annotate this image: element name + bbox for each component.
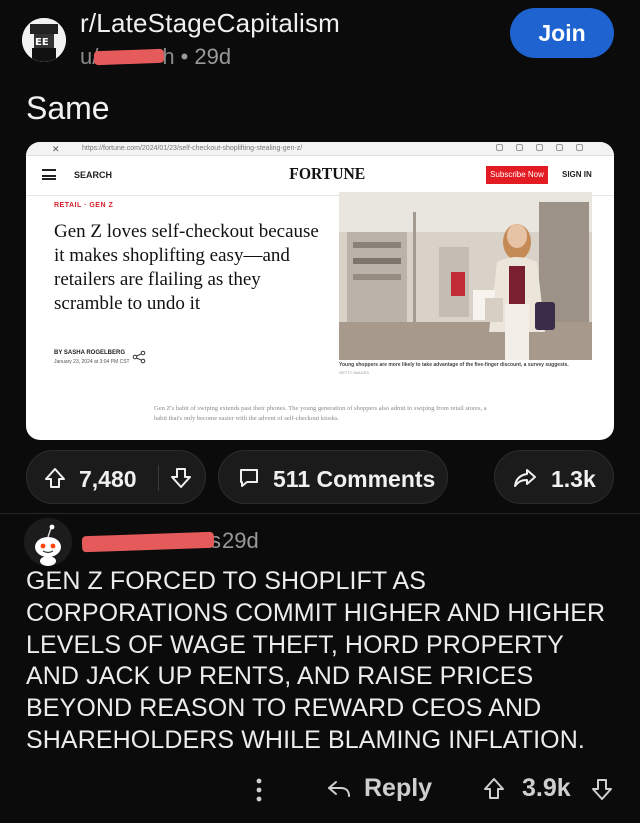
- post-header: EE r/LateStageCapitalism u/h • 29d Join: [0, 0, 640, 80]
- shopper-photo: [339, 192, 592, 360]
- article-kicker: RETAIL · GEN Z: [54, 202, 114, 209]
- photo-credit: GETTY IMAGES: [339, 370, 369, 375]
- fortune-nav: SEARCH FORTUNE Subscribe Now SIGN IN: [26, 156, 614, 196]
- reply-icon[interactable]: [326, 777, 352, 801]
- article-headline: Gen Z loves self-checkout because it mak…: [54, 221, 319, 314]
- post-author[interactable]: u/h: [80, 44, 175, 70]
- reply-button[interactable]: Reply: [364, 774, 432, 803]
- share-arrow-icon: [514, 469, 536, 487]
- svg-text:EE: EE: [35, 37, 49, 48]
- browser-url: https://fortune.com/2024/01/23/self-chec…: [82, 145, 303, 152]
- upvote-count: 7,480: [79, 466, 137, 492]
- comment-icon: [240, 469, 258, 487]
- signin-label: SIGN IN: [562, 170, 592, 179]
- comment-author[interactable]: s: [81, 528, 221, 554]
- commenter-avatar[interactable]: [24, 518, 72, 566]
- subscribe-button: Subscribe Now: [486, 166, 548, 184]
- join-button[interactable]: Join: [510, 8, 614, 58]
- author-redaction: [93, 48, 165, 66]
- browser-bar: ✕ https://fortune.com/2024/01/23/self-ch…: [26, 142, 614, 156]
- more-options-icon[interactable]: [252, 776, 266, 804]
- subreddit-avatar[interactable]: EE: [22, 18, 66, 62]
- subreddit-logo-icon: EE: [22, 18, 66, 62]
- hamburger-icon: [42, 169, 56, 180]
- vote-divider: [158, 465, 159, 491]
- search-label: SEARCH: [74, 170, 113, 180]
- post-actions: 7,480 511 Comments 1.3k: [0, 448, 640, 506]
- snoo-avatar-icon: [24, 518, 72, 566]
- share-icon: [132, 350, 146, 364]
- post-meta: u/h • 29d: [80, 44, 231, 70]
- upvote-icon[interactable]: [43, 466, 67, 490]
- comment-body: GEN Z FORCED TO SHOPLIFT AS CORPORATIONS…: [26, 567, 606, 754]
- article-byline: BY SASHA ROGELBERG: [54, 350, 126, 356]
- comment-upvote-icon[interactable]: [482, 776, 506, 802]
- share-count: 1.3k: [551, 466, 596, 492]
- star-icon: [536, 144, 543, 151]
- bookmark-icon: [496, 144, 503, 151]
- comment-count: 511 Comments: [273, 466, 436, 492]
- article-photo: [339, 192, 592, 360]
- post-image[interactable]: ✕ https://fortune.com/2024/01/23/self-ch…: [26, 142, 614, 440]
- post-separator: [0, 513, 640, 514]
- post-title: Same: [26, 90, 110, 126]
- author-suffix: h: [162, 44, 175, 69]
- comment-author-redaction: [81, 531, 215, 553]
- comment-downvote-icon[interactable]: [590, 776, 614, 802]
- subreddit-name[interactable]: r/LateStageCapitalism: [80, 8, 340, 39]
- comments-button[interactable]: 511 Comments: [218, 450, 448, 504]
- article-date: January 23, 2024 at 3:04 PM CST: [54, 359, 130, 365]
- photo-caption: Young shoppers are more likely to take a…: [339, 362, 569, 368]
- close-icon: ✕: [52, 144, 60, 154]
- downvote-icon[interactable]: [169, 466, 193, 490]
- post-age: • 29d: [180, 44, 232, 69]
- menu-icon: [576, 144, 583, 151]
- article-body: Gen Z's habit of swiping extends past th…: [154, 405, 487, 422]
- tab-icon: [516, 144, 523, 151]
- fortune-logo: FORTUNE: [289, 164, 366, 183]
- comment-age: 29d: [222, 528, 259, 553]
- share-button[interactable]: 1.3k: [494, 450, 614, 504]
- comment-score: 3.9k: [522, 774, 571, 802]
- comment-actions: Reply 3.9k: [0, 768, 640, 812]
- extension-icon: [556, 144, 563, 151]
- vote-pill: 7,480: [26, 450, 206, 504]
